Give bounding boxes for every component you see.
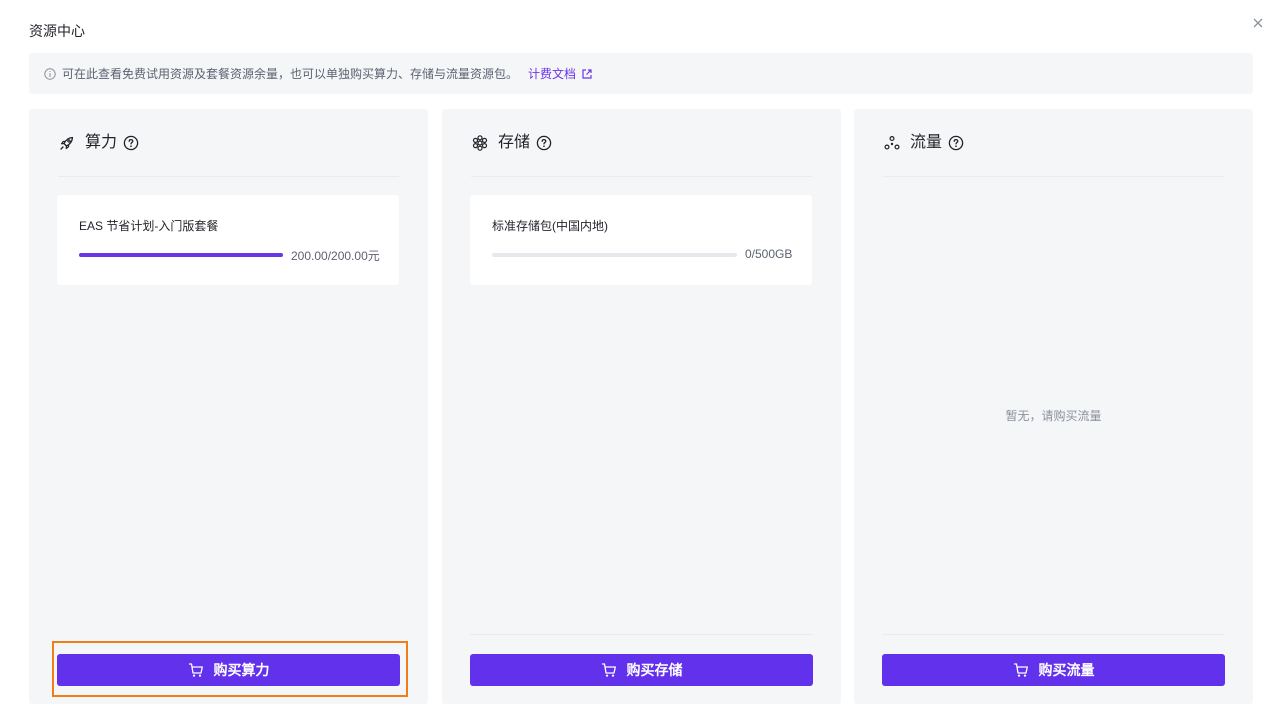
storage-panel: 存储 标准存储包(中国内地) 0/500GB 购买存储 [442, 109, 841, 704]
storage-cluster-icon [471, 134, 489, 152]
billing-doc-link[interactable]: 计费文档 [528, 65, 593, 82]
rocket-icon [58, 134, 76, 152]
buy-storage-button[interactable]: 购买存储 [470, 654, 813, 686]
info-icon [44, 67, 56, 80]
close-icon[interactable] [1250, 15, 1266, 31]
traffic-nodes-icon [883, 134, 901, 152]
cart-icon [188, 662, 204, 678]
storage-panel-header: 存储 [471, 131, 812, 177]
dialog-title: 资源中心 [29, 23, 85, 39]
storage-package-name: 标准存储包(中国内地) [492, 219, 608, 233]
compute-panel: 算力 EAS 节省计划-入门版套餐 200.00/200.00元 购买算力 [29, 109, 428, 704]
buy-traffic-button[interactable]: 购买流量 [882, 654, 1225, 686]
storage-panel-title: 存储 [498, 134, 531, 151]
traffic-panel-title: 流量 [910, 134, 943, 151]
compute-progress-bar [79, 253, 283, 257]
billing-doc-link-label: 计费文档 [528, 67, 577, 81]
cart-icon [601, 662, 617, 678]
info-notice: 可在此查看免费试用资源及套餐资源余量，也可以单独购买算力、存储与流量资源包。 计… [29, 53, 1253, 94]
compute-package-name: EAS 节省计划-入门版套餐 [79, 219, 219, 233]
compute-panel-title: 算力 [85, 134, 118, 151]
buy-traffic-label: 购买流量 [1038, 662, 1095, 678]
traffic-panel-header: 流量 [883, 131, 1224, 177]
resource-center-dialog: 资源中心 可在此查看免费试用资源及套餐资源余量，也可以单独购买算力、存储与流量资… [0, 0, 1276, 713]
help-icon[interactable] [948, 135, 964, 151]
buy-compute-button[interactable]: 购买算力 [57, 654, 400, 686]
storage-progress-bar [492, 253, 737, 257]
divider [470, 634, 813, 635]
cart-icon [1013, 662, 1029, 678]
compute-amount: 200.00/200.00元 [291, 249, 380, 263]
help-icon[interactable] [123, 135, 139, 151]
traffic-empty-text: 暂无，请购买流量 [1005, 409, 1102, 423]
notice-text: 可在此查看免费试用资源及套餐资源余量，也可以单独购买算力、存储与流量资源包。 [62, 67, 519, 81]
compute-resource-card: EAS 节省计划-入门版套餐 200.00/200.00元 [57, 195, 399, 285]
traffic-panel: 流量 暂无，请购买流量 购买流量 [854, 109, 1253, 704]
storage-resource-card: 标准存储包(中国内地) 0/500GB [470, 195, 812, 285]
help-icon[interactable] [536, 135, 552, 151]
storage-amount: 0/500GB [745, 247, 793, 261]
external-link-icon [581, 68, 593, 80]
compute-panel-header: 算力 [58, 131, 399, 177]
buy-storage-label: 购买存储 [626, 662, 683, 678]
compute-progress-fill [79, 253, 283, 257]
buy-compute-label: 购买算力 [213, 662, 270, 678]
divider [882, 634, 1225, 635]
